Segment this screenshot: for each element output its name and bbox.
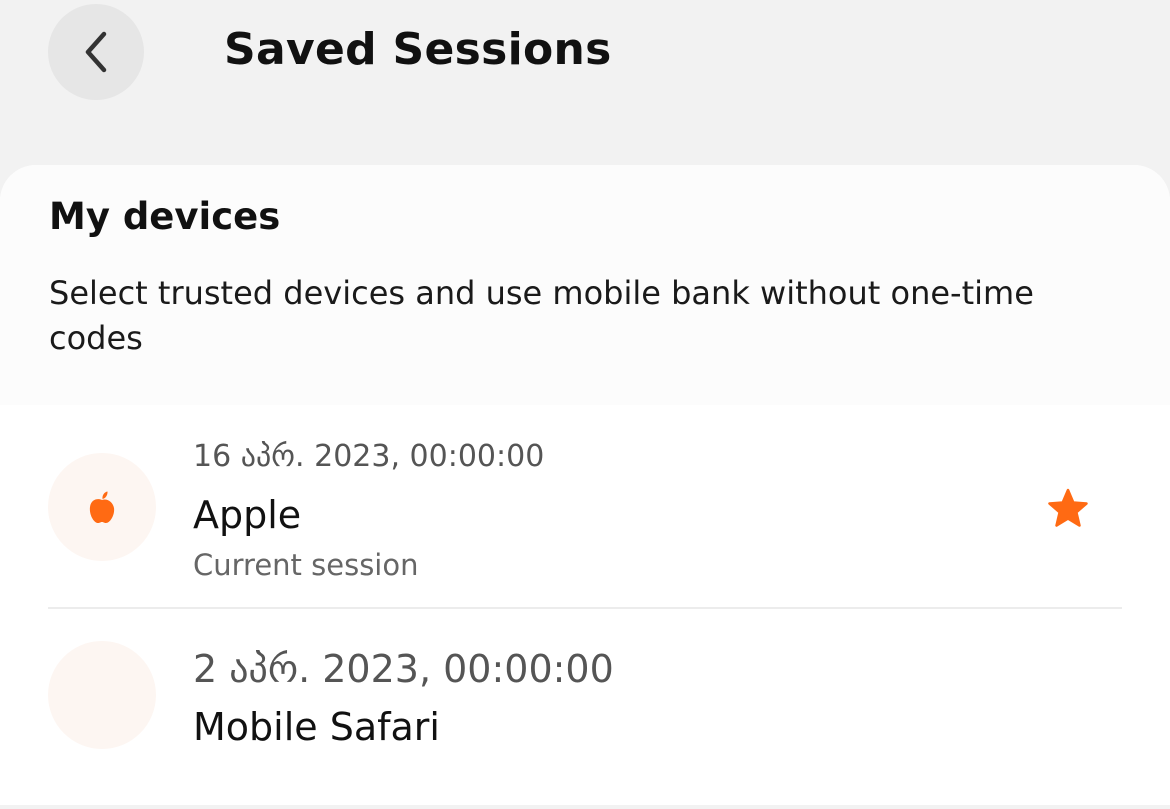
page-title: Saved Sessions: [224, 24, 612, 75]
session-status: Current session: [193, 548, 419, 582]
device-avatar: [48, 641, 156, 749]
star-icon: [1048, 488, 1088, 527]
app-header: Saved Sessions: [0, 0, 1170, 165]
favorite-button[interactable]: [1044, 485, 1092, 533]
session-item[interactable]: 16 აპრ. 2023, 00:00:00 Apple Current ses…: [0, 405, 1170, 609]
session-date: 16 აპრ. 2023, 00:00:00: [193, 439, 545, 474]
apple-icon: [89, 491, 115, 523]
chevron-left-icon: [85, 31, 107, 73]
session-device-name: Mobile Safari: [193, 705, 440, 749]
devices-intro: My devices Select trusted devices and us…: [0, 165, 1170, 405]
session-item[interactable]: 2 აპრ. 2023, 00:00:00 Mobile Safari: [0, 609, 1170, 809]
session-device-name: Apple: [193, 493, 302, 537]
back-button[interactable]: [48, 4, 144, 100]
session-date: 2 აპრ. 2023, 00:00:00: [193, 647, 614, 691]
section-title: My devices: [49, 195, 281, 238]
content-card: My devices Select trusted devices and us…: [0, 165, 1170, 805]
section-description: Select trusted devices and use mobile ba…: [49, 274, 1034, 357]
device-avatar: [48, 453, 156, 561]
